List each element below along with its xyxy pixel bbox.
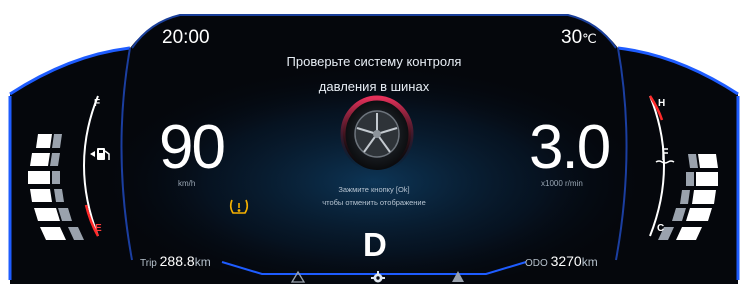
outside-temperature-value: 30	[561, 27, 583, 48]
trip-value: 288.8	[159, 253, 195, 269]
trip-meter: Trip 288.8km	[140, 253, 211, 269]
tire-image	[340, 95, 414, 173]
dismiss-hint-line1: Зажмите кнопку [Ok]	[338, 185, 410, 194]
rpm-value: 3.0	[529, 113, 611, 182]
dismiss-hint-line2: чтобы отменить отображение	[322, 198, 426, 207]
odo-value: 3270	[550, 253, 582, 269]
clock: 20:00	[162, 27, 210, 48]
trip-unit: km	[194, 255, 211, 269]
temp-cold-label: C	[657, 223, 665, 234]
gear-indicator: D	[363, 226, 387, 263]
speed-value: 90	[159, 113, 226, 182]
odometer: ODO 3270km	[525, 253, 598, 269]
fuel-empty-label: E	[95, 223, 102, 234]
odo-unit: km	[581, 255, 598, 269]
outside-temperature: 30℃	[561, 27, 597, 49]
trip-label: Trip	[140, 258, 157, 269]
outside-temperature-unit: ℃	[582, 31, 597, 46]
tpms-warning-line1: Проверьте систему контроля	[286, 54, 462, 69]
temp-hot-label: H	[658, 98, 666, 109]
odo-label: ODO	[525, 258, 548, 269]
tpms-warning-line2: давления в шинах	[318, 79, 430, 94]
fuel-full-label: F	[94, 98, 101, 109]
